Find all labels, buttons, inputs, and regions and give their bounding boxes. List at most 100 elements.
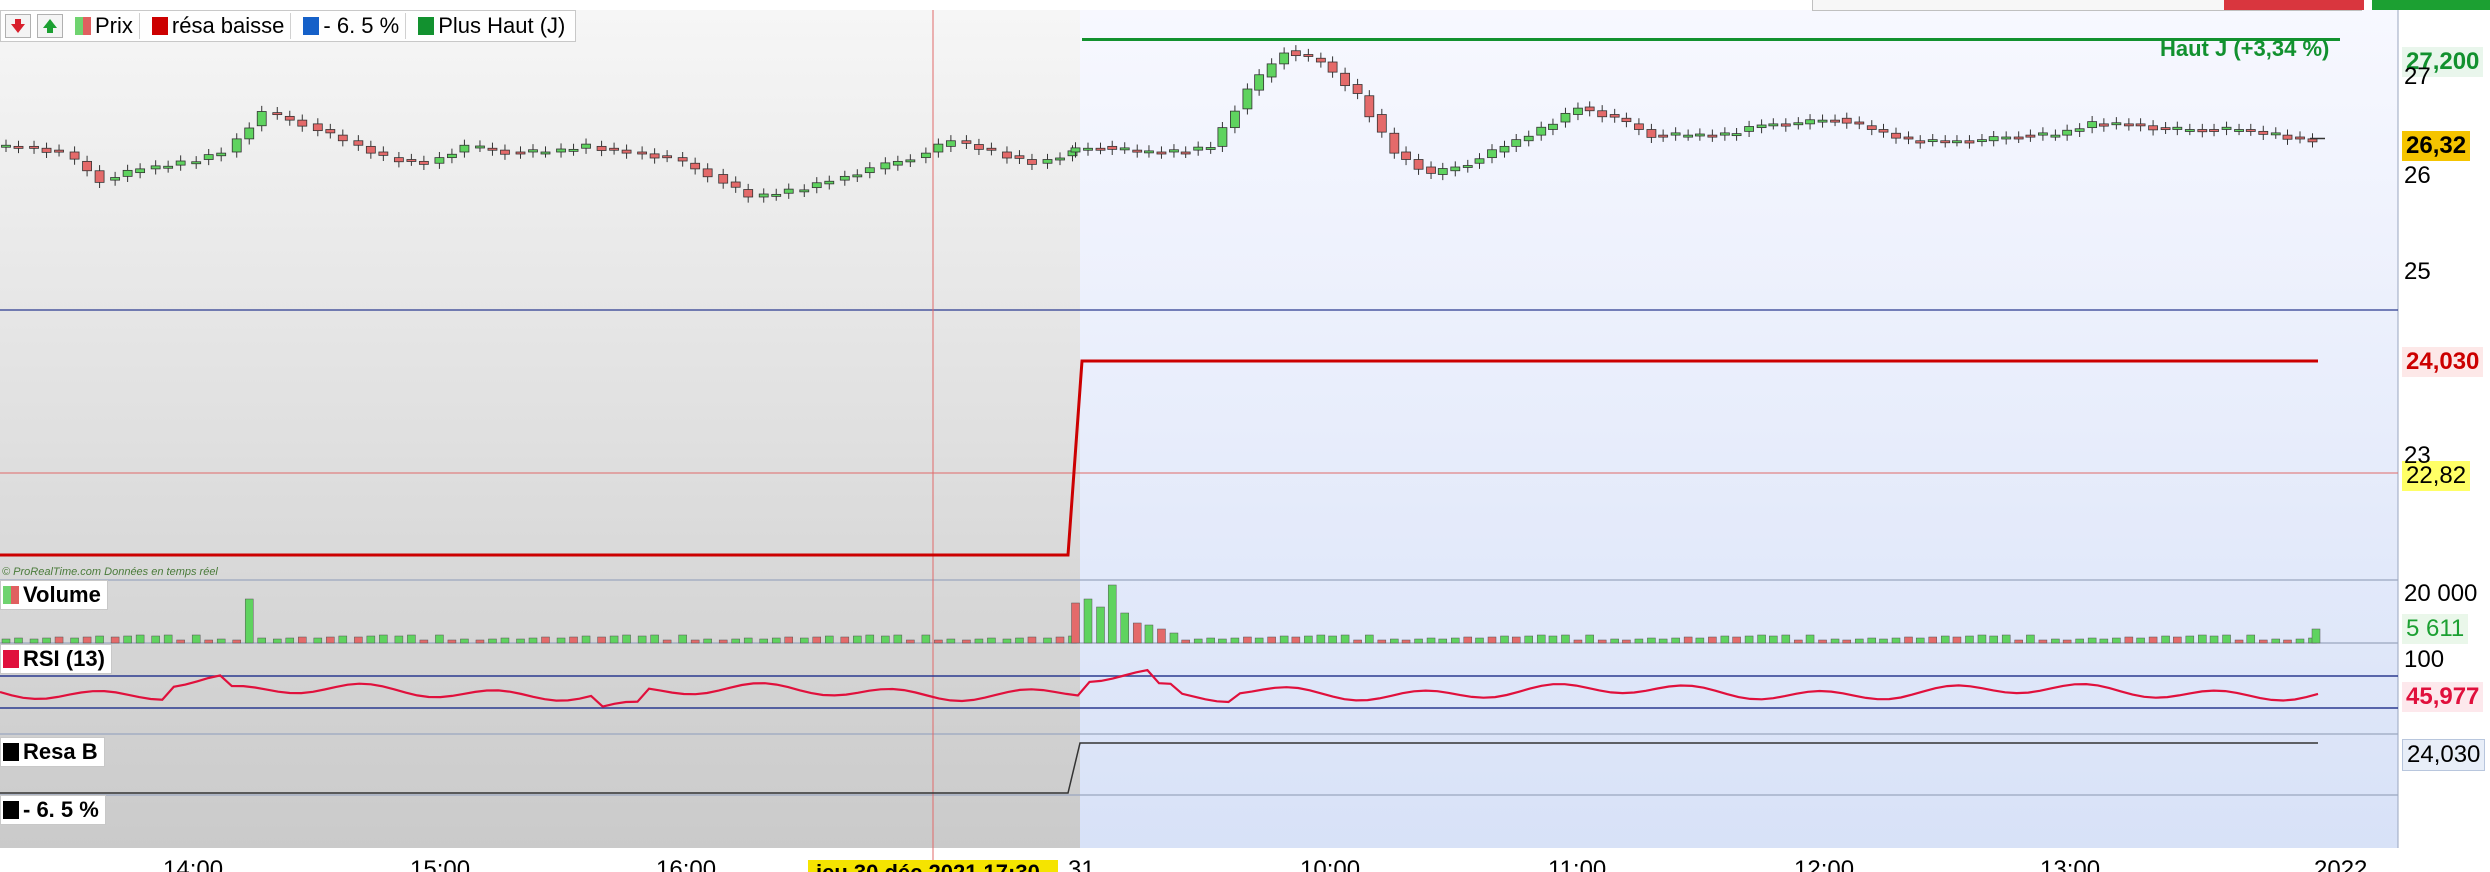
candle-down — [1132, 149, 1143, 153]
volume-bar — [1083, 598, 1093, 644]
candle-down — [1634, 123, 1644, 130]
plus-haut-swatch — [418, 17, 435, 35]
resa-b-tag: 24,030 — [2402, 739, 2486, 771]
volume-last-tag: 5 611 — [2402, 614, 2469, 644]
candle-down — [718, 174, 729, 184]
pct-label-box[interactable]: - 6. 5 % — [0, 795, 106, 825]
candle-down — [730, 181, 741, 188]
candle-up — [1254, 74, 1265, 91]
volume-bar — [151, 635, 160, 644]
rsi-label-box[interactable]: RSI (13) — [0, 644, 112, 674]
candle-down — [312, 123, 323, 132]
candle-down — [297, 119, 308, 127]
volume-bar — [460, 638, 469, 644]
volume-bar — [987, 637, 996, 644]
candle-down — [1915, 140, 1926, 144]
candle-up — [1242, 88, 1253, 110]
candle-up — [945, 140, 956, 147]
candle-up — [1793, 122, 1804, 126]
volume-bar — [1573, 639, 1583, 644]
candle-up — [783, 188, 794, 194]
candle-up — [1573, 107, 1583, 115]
volume-bar — [1830, 638, 1840, 644]
candle-up — [110, 177, 121, 181]
candle-up — [1119, 147, 1130, 151]
resa-b-label: Resa B — [23, 739, 98, 764]
volume-scale: 20 000 — [2404, 580, 2478, 607]
volume-bar — [1181, 639, 1190, 644]
candle-up — [892, 160, 903, 166]
volume-bar — [650, 634, 659, 644]
candle-up — [2270, 132, 2281, 136]
volume-bar — [1500, 635, 1509, 644]
candle-down — [1707, 134, 1718, 138]
candle-up — [933, 143, 944, 153]
volume-bar — [1243, 636, 1252, 644]
volume-bar — [2259, 639, 2268, 644]
volume-bar — [1055, 636, 1065, 644]
legend-item-pct[interactable]: - 6. 5 % — [297, 13, 407, 39]
volume-bar — [1511, 636, 1521, 644]
volume-bar — [2246, 634, 2256, 644]
prix-swatch — [75, 17, 91, 35]
legend-item-resa-baisse[interactable]: résa baisse — [146, 13, 292, 39]
volume-bar — [135, 634, 145, 644]
buy-button[interactable] — [2372, 0, 2490, 10]
volume-bar — [1683, 636, 1693, 644]
legend-item-prix[interactable]: Prix — [69, 13, 140, 39]
volume-bar — [1377, 639, 1387, 644]
candle-down — [1609, 114, 1620, 118]
y-tick-25: 25 — [2404, 258, 2431, 285]
y-tick-27: 27 — [2404, 63, 2431, 90]
candle-up — [203, 154, 214, 160]
volume-swatch — [3, 586, 19, 604]
volume-bar — [500, 637, 510, 644]
candle-down — [1830, 119, 1840, 123]
resa-baisse-swatch — [151, 17, 168, 35]
candle-down — [1002, 151, 1012, 159]
candle-down — [2258, 130, 2269, 135]
volume-bar — [974, 638, 984, 644]
candle-down — [2245, 129, 2256, 132]
price-chart[interactable] — [0, 0, 2490, 872]
volume-bar — [1390, 638, 1399, 644]
candle-down — [1027, 159, 1037, 165]
candle-up — [1217, 127, 1228, 147]
candle-up — [135, 168, 146, 174]
candle-up — [1694, 133, 1705, 137]
candle-down — [1841, 117, 1852, 124]
candle-up — [475, 145, 485, 149]
arrow-up-icon[interactable] — [37, 14, 63, 38]
candle-up — [1805, 119, 1815, 125]
candle-up — [1977, 139, 1987, 143]
candle-down — [1290, 50, 1301, 57]
candle-down — [378, 151, 389, 156]
volume-bar — [2051, 638, 2060, 644]
volume-bar — [946, 638, 956, 644]
candle-down — [41, 147, 52, 153]
volume-bar — [1965, 635, 1974, 644]
candle-down — [418, 160, 429, 165]
volume-bar — [893, 634, 903, 644]
candle-down — [82, 160, 92, 172]
volume-bar — [881, 635, 890, 644]
candle-down — [1389, 132, 1400, 154]
volume-bar — [298, 636, 307, 644]
candle-down — [1413, 159, 1424, 170]
candle-up — [1511, 139, 1522, 147]
candle-down — [1426, 166, 1436, 174]
candle-down — [500, 149, 510, 155]
sell-button[interactable] — [2224, 0, 2364, 10]
volume-bar — [840, 636, 850, 644]
resa-b-label-box[interactable]: Resa B — [0, 737, 105, 767]
volume-bar — [800, 637, 809, 644]
volume-bar — [1316, 634, 1326, 644]
candle-down — [974, 144, 984, 150]
volume-label-box[interactable]: Volume — [0, 580, 108, 610]
candle-up — [852, 174, 863, 178]
candle-up — [1719, 132, 1730, 136]
arrow-down-icon[interactable] — [5, 14, 31, 38]
candle-up — [581, 143, 591, 149]
candle-down — [1780, 123, 1791, 127]
legend-item-plus-haut[interactable]: Plus Haut (J) — [412, 13, 571, 39]
